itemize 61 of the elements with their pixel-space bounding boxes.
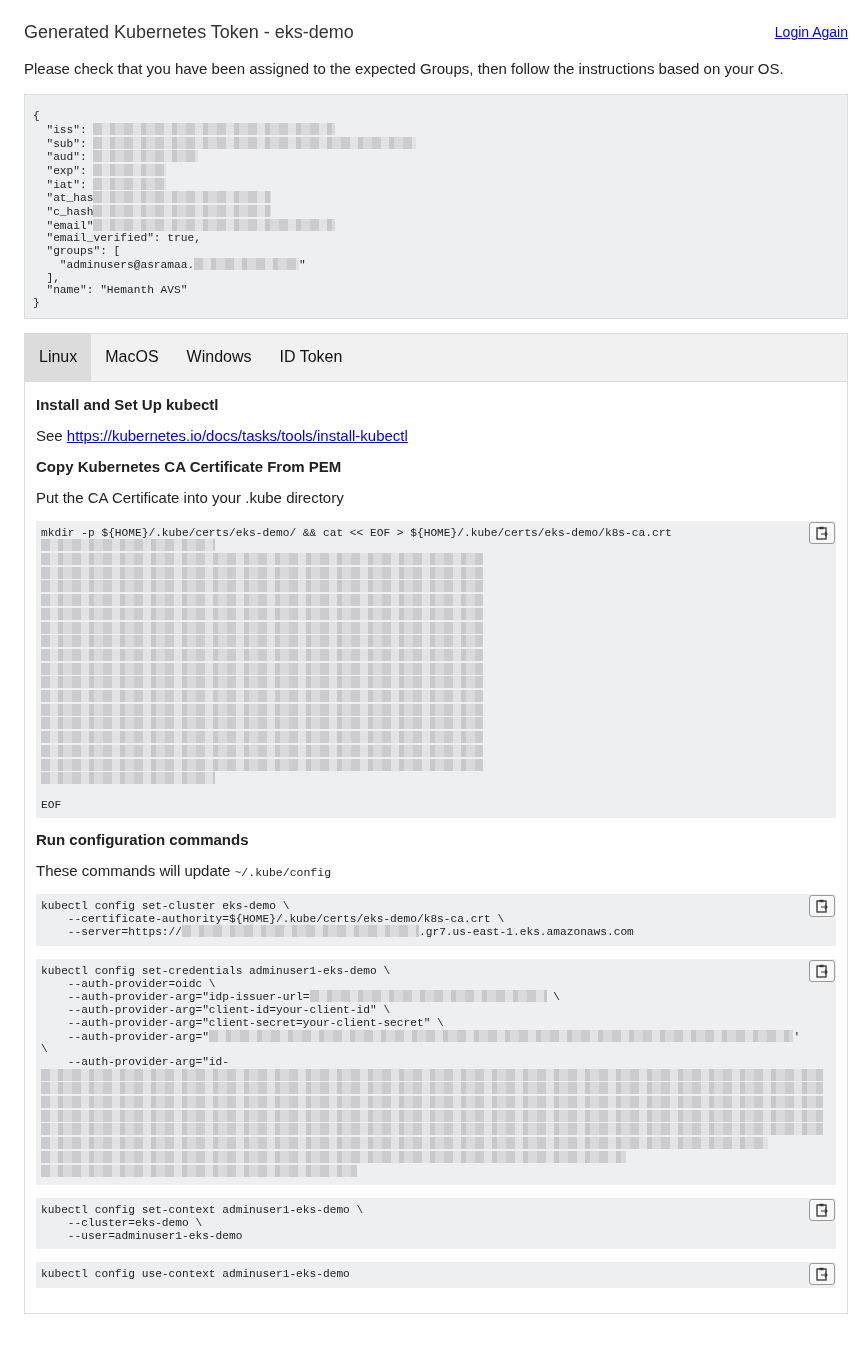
code-text: \: [41, 1043, 48, 1056]
code-text: --auth-provider=oidc \: [66, 977, 216, 990]
code-text: ": [298, 258, 306, 271]
section-heading: Run configuration commands: [36, 831, 250, 850]
code-text: "at_has: [45, 192, 94, 205]
code-text: mkdir -p ${HOME}/.kube/certs/eks-demo/ && cat << EOF > ${HOME}/.kube/certs/eks-demo/k8s-ca.crt: [41, 526, 673, 539]
code-text: "name": "Hemanth AVS": [45, 284, 188, 297]
code-text: }: [33, 296, 40, 309]
section-heading: Copy Kubernetes CA Certificate From PEM: [36, 458, 343, 477]
os-tab[interactable]: MacOS: [91, 333, 173, 381]
clipboard-icon: [816, 1203, 828, 1218]
code-text: ],: [45, 271, 60, 284]
code-text: --auth-provider-arg=": [66, 1030, 209, 1043]
code-text: kubectl config set-cluster eks-demo \: [41, 899, 290, 912]
page-title: Generated Kubernetes Token - eks-demo: [24, 22, 354, 44]
code-text: "adminusers@asramaa.: [58, 258, 195, 271]
clipboard-icon: [816, 1267, 828, 1282]
clipboard-icon: [816, 964, 828, 978]
code-text: kubectl config set-credentials adminuser1-eks-demo \: [41, 965, 391, 977]
code-text: "c_hash: [45, 206, 94, 218]
code-text: --auth-provider-arg="idp-issuer-url=: [66, 991, 310, 1004]
code-text: EOF: [41, 798, 62, 811]
section-heading: Install and Set Up kubectl: [36, 395, 220, 414]
code-text: --certificate-authority=${HOME}/.kube/certs/eks-demo/k8s-ca.crt \: [66, 912, 505, 925]
code-text: "email": [45, 219, 94, 232]
os-tab[interactable]: ID Token: [265, 333, 357, 381]
paragraph-text: These commands will update: [36, 862, 232, 880]
os-tab[interactable]: Windows: [172, 333, 266, 381]
code-text: "groups": [: [45, 245, 121, 258]
clipboard-icon: [816, 898, 828, 913]
code-text: --auth-provider-arg="client-secret=your-client-secret" \: [66, 1016, 444, 1029]
paragraph-text: Put the CA Certificate into your .kube directory: [36, 488, 345, 509]
code-text: --auth-provider-arg="client-id=your-client-id" \: [66, 1004, 391, 1017]
code-text: kubectl config use-context adminuser1-eks-demo: [41, 1268, 350, 1281]
copy-button[interactable]: [809, 1199, 835, 1222]
intro-text: Please check that you have been assigned to the expected Groups, then follow the instructions based on your OS.: [24, 58, 785, 79]
copy-button[interactable]: [809, 894, 835, 917]
code-text: .gr7.us-east-1.eks.amazonaws.com: [419, 926, 634, 939]
code-text: ': [793, 1030, 801, 1043]
code-text: "iss":: [45, 123, 88, 136]
code-text: "aud":: [45, 151, 88, 164]
code-text: \: [552, 991, 560, 1004]
clipboard-icon: [816, 525, 828, 540]
code-text: --cluster=eks-demo \: [66, 1216, 203, 1229]
code-text: "email_verified": true,: [45, 232, 201, 245]
os-tab[interactable]: Linux: [25, 333, 92, 381]
code-text: "sub":: [45, 137, 88, 150]
url-link[interactable]: https://kubernetes.io/docs/tasks/tools/install-kubectl: [66, 426, 408, 444]
code-text: {: [33, 110, 40, 123]
inline-code: ~/.kube/config: [234, 866, 332, 880]
code-text: "exp":: [45, 164, 88, 177]
copy-button[interactable]: [809, 960, 835, 982]
code-text: --server=https://: [66, 926, 182, 939]
copy-button[interactable]: [809, 1263, 835, 1286]
code-text: --auth-provider-arg="id-: [66, 1055, 229, 1068]
code-text: "iat":: [45, 178, 88, 191]
login-again-link[interactable]: Login Again: [774, 22, 848, 43]
code-text: --user=adminuser1-eks-demo: [66, 1229, 243, 1242]
code-text: kubectl config set-context adminuser1-eks-demo \: [41, 1204, 364, 1217]
copy-button[interactable]: [809, 521, 835, 544]
paragraph-text: See: [36, 426, 64, 444]
